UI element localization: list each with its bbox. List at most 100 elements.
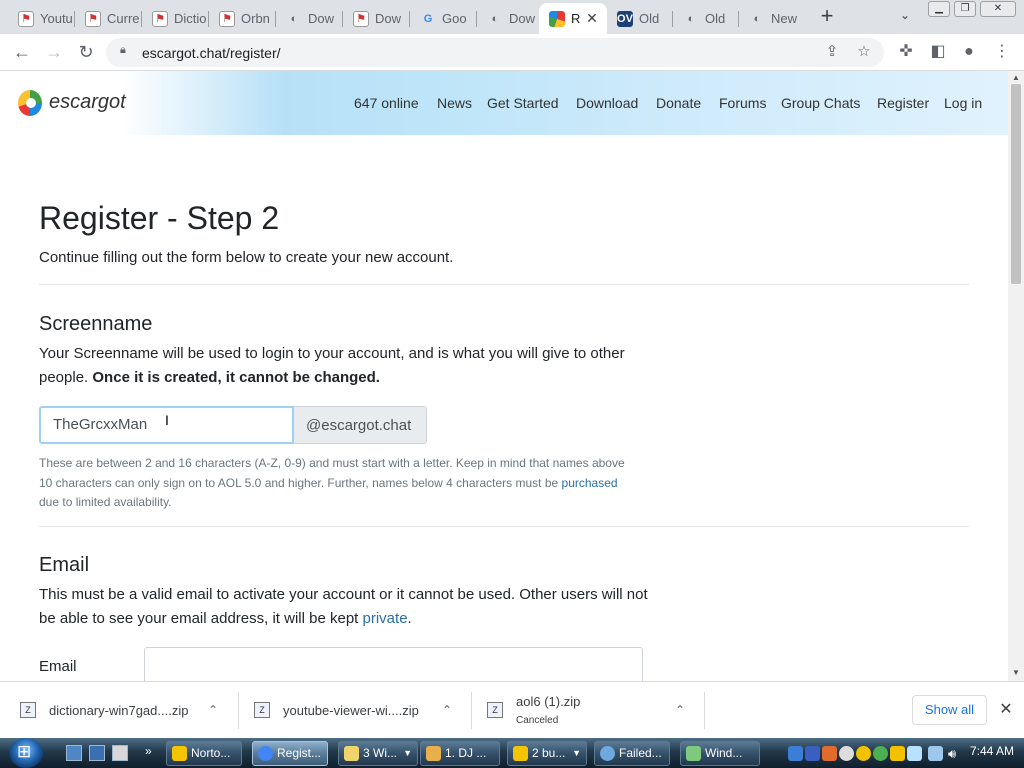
address-bar[interactable]: 🔒︎ escargot.chat/register/ ⇪ ☆: [106, 38, 884, 67]
start-orb-button[interactable]: [9, 738, 43, 768]
extensions-puzzle-icon[interactable]: ✜: [896, 42, 916, 62]
browser-tab[interactable]: ◐ Dow: [477, 3, 539, 34]
nav-group-chats[interactable]: Group Chats: [781, 95, 860, 111]
download-shelf: Z dictionary-win7gad....zip ⌃ Z youtube-…: [0, 681, 1024, 738]
scroll-up-arrow-icon[interactable]: ▲: [1012, 74, 1020, 82]
tray-icon[interactable]: [890, 746, 905, 761]
minimize-button[interactable]: ▁: [928, 1, 950, 17]
escargot-logo-icon[interactable]: [18, 90, 42, 116]
volume-icon[interactable]: 🔊︎: [948, 746, 963, 761]
globe-icon: ◐: [491, 12, 499, 25]
norton-icon: [172, 746, 187, 761]
browser-tab[interactable]: ◐ Old: [673, 3, 739, 34]
tray-icon[interactable]: [907, 746, 922, 761]
zip-file-icon: Z: [20, 702, 36, 718]
browser-tab[interactable]: ⚑ Youtu: [8, 3, 75, 34]
nav-get-started[interactable]: Get Started: [487, 95, 559, 111]
globe-icon: ◐: [687, 12, 695, 25]
scroll-down-arrow-icon[interactable]: ▼: [1012, 669, 1020, 677]
browser-tab[interactable]: ⚑ Dictio: [142, 3, 209, 34]
zip-file-icon: Z: [487, 702, 503, 718]
chevron-up-icon[interactable]: ⌃: [673, 703, 687, 717]
browser-tab[interactable]: ◐ Dow: [276, 3, 343, 34]
email-field[interactable]: [144, 647, 643, 681]
download-item-name[interactable]: dictionary-win7gad....zip: [49, 703, 188, 718]
dropdown-arrow-icon: ▼: [403, 748, 412, 758]
tray-icon[interactable]: [788, 746, 803, 761]
escargot-icon: [549, 10, 565, 27]
show-all-downloads-button[interactable]: Show all: [912, 695, 987, 725]
taskbar-button[interactable]: Failed...: [594, 741, 670, 766]
lock-icon[interactable]: 🔒︎: [120, 44, 132, 58]
taskbar-clock[interactable]: 7:44 AM: [970, 744, 1014, 758]
chevron-up-icon[interactable]: ⌃: [440, 703, 454, 717]
tray-icon[interactable]: [856, 746, 871, 761]
url-text[interactable]: escargot.chat/register/: [142, 45, 281, 61]
winamp-icon: [426, 746, 441, 761]
download-item-name[interactable]: youtube-viewer-wi....zip: [283, 703, 419, 718]
nav-log-in[interactable]: Log in: [944, 95, 982, 111]
close-download-shelf-icon[interactable]: ✕: [997, 701, 1015, 719]
browser-tab-active[interactable]: R ✕: [539, 3, 607, 34]
browser-tab[interactable]: ◐ New: [739, 3, 805, 34]
new-tab-button[interactable]: +: [815, 5, 839, 29]
nav-forums[interactable]: Forums: [719, 95, 766, 111]
page-scrollbar[interactable]: ▲ ▼: [1008, 71, 1024, 681]
browser-tab[interactable]: ⚑ Curre: [75, 3, 142, 34]
chevron-up-icon[interactable]: ⌃: [206, 703, 220, 717]
windows-taskbar: » Norto... Regist... 3 Wi... ▼ 1. DJ ...…: [0, 738, 1024, 768]
dropdown-arrow-icon: ▼: [572, 748, 581, 758]
scrollbar-thumb[interactable]: [1011, 84, 1021, 284]
quick-launch-icon[interactable]: [112, 745, 128, 761]
forward-arrow-icon[interactable]: →: [42, 40, 66, 64]
browser-tab[interactable]: OV Old: [607, 3, 673, 34]
nav-register[interactable]: Register: [877, 95, 929, 111]
browser-tab[interactable]: G Goo: [410, 3, 477, 34]
restore-button[interactable]: ❐: [954, 1, 976, 17]
tray-icon[interactable]: [873, 746, 888, 761]
reload-icon[interactable]: ↻: [74, 40, 98, 64]
browser-tab[interactable]: ⚑ Dow: [343, 3, 410, 34]
messenger-icon: [686, 746, 701, 761]
screenname-domain-addon: @escargot.chat: [294, 406, 427, 444]
side-panel-icon[interactable]: ◧: [928, 42, 948, 62]
nav-online-count: 647 online: [354, 95, 419, 111]
back-arrow-icon[interactable]: ←: [10, 40, 34, 64]
tab-title: Orbn: [241, 11, 270, 26]
tab-title: Curre: [107, 11, 140, 26]
tab-title: Dow: [308, 11, 335, 26]
close-window-button[interactable]: ✕: [980, 1, 1016, 17]
taskbar-button[interactable]: 2 bu... ▼: [507, 741, 587, 766]
download-item-name[interactable]: aol6 (1).zip: [516, 694, 580, 709]
taskbar-button[interactable]: 1. DJ ...: [420, 741, 500, 766]
purchased-link[interactable]: purchased: [562, 476, 618, 490]
network-icon[interactable]: [928, 746, 943, 761]
share-icon[interactable]: ⇪: [822, 42, 842, 62]
switch-windows-icon[interactable]: [89, 745, 105, 761]
tray-icon[interactable]: [805, 746, 820, 761]
site-logo-text[interactable]: escargot: [49, 91, 126, 114]
tray-icon[interactable]: [822, 746, 837, 761]
bookmark-star-icon[interactable]: ☆: [854, 42, 874, 62]
quick-launch-more-icon[interactable]: »: [145, 744, 152, 758]
taskbar-button-active[interactable]: Regist...: [252, 741, 328, 766]
tray-icon[interactable]: [839, 746, 854, 761]
divider: [39, 526, 969, 527]
taskbar-button[interactable]: Norto...: [166, 741, 242, 766]
profile-avatar-icon[interactable]: ●: [959, 42, 979, 62]
browser-tab[interactable]: ⚑ Orbn: [209, 3, 276, 34]
nav-news[interactable]: News: [437, 95, 472, 111]
taskbar-button[interactable]: 3 Wi... ▼: [338, 741, 418, 766]
taskbar-button[interactable]: Wind...: [680, 741, 760, 766]
windows-flag-icon: ⚑: [353, 10, 369, 27]
tab-title: Dow: [375, 11, 402, 26]
show-desktop-icon[interactable]: [66, 745, 82, 761]
nav-donate[interactable]: Donate: [656, 95, 701, 111]
tab-title: New: [771, 11, 798, 26]
menu-kebab-icon[interactable]: ⋮: [992, 42, 1012, 62]
tab-search-chevron-icon[interactable]: ⌄: [896, 8, 914, 26]
nav-download[interactable]: Download: [576, 95, 638, 111]
windows-flag-icon: ⚑: [219, 10, 235, 27]
private-link[interactable]: private: [363, 610, 408, 627]
close-tab-icon[interactable]: ✕: [583, 9, 601, 27]
